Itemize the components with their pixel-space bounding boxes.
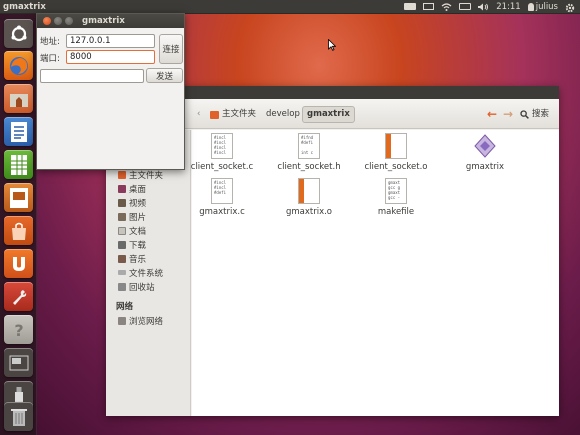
dash-home-button[interactable]	[4, 19, 33, 48]
downloads-icon	[118, 240, 126, 249]
file-gmaxtrix-o[interactable]: gmaxtrix.o	[269, 178, 349, 217]
sidebar-item-documents[interactable]: 文档	[118, 224, 146, 237]
forward-arrow-icon[interactable]: →	[503, 106, 513, 123]
svg-text:?: ?	[14, 321, 23, 339]
system-settings-launcher[interactable]	[4, 282, 33, 311]
file-gmaxtrix-c[interactable]: #incl #incl #defi gmaxtrix.c	[182, 178, 262, 217]
connect-button[interactable]: 连接	[159, 34, 183, 64]
sidebar-network-heading: 网络	[116, 302, 134, 312]
home-icon	[118, 170, 126, 179]
home-icon	[210, 110, 219, 119]
file-client-socket-h[interactable]: #ifnd #defi int c client_socket.h	[269, 133, 349, 172]
file-client-socket-c[interactable]: #incl #incl #incl #incl client_socket.c	[182, 133, 262, 172]
top-panel: gmaxtrix 21:11 julius	[0, 0, 580, 14]
close-icon[interactable]	[43, 17, 51, 25]
software-center-launcher[interactable]	[4, 216, 33, 245]
calc-launcher[interactable]	[4, 150, 33, 179]
launcher: ?	[0, 14, 37, 435]
indicator-area: 21:11 julius	[404, 2, 580, 12]
sidebar-item-browse-network[interactable]: 浏览网络	[118, 314, 163, 327]
address-label: 地址:	[40, 37, 60, 47]
firefox-launcher[interactable]	[4, 51, 33, 80]
desktop-icon	[118, 184, 126, 193]
dialog-title: gmaxtrix	[82, 16, 125, 26]
files-launcher[interactable]	[4, 84, 33, 113]
home-folder-icon	[9, 93, 28, 107]
video-icon	[118, 198, 126, 207]
address-field[interactable]	[66, 34, 155, 48]
breadcrumb-left-arrow[interactable]: ‹	[197, 106, 200, 123]
unknown-app-launcher[interactable]: ?	[4, 315, 33, 344]
text-file-icon: gmaxt gcc g gmaxt gcc -	[385, 178, 407, 204]
trash-icon	[10, 408, 27, 426]
c-source-file-icon: #incl #incl #defi	[211, 178, 233, 204]
workspace-switcher[interactable]	[4, 348, 33, 377]
clock[interactable]: 21:11	[496, 2, 521, 12]
volume-icon[interactable]	[478, 3, 489, 11]
minimize-icon[interactable]	[54, 17, 62, 25]
places-sidebar: 主文件夹 桌面 视频 图片 文档 下载 音乐 文件系统 回收站 网络 浏览网络	[106, 130, 191, 416]
impress-launcher[interactable]	[4, 183, 33, 212]
battery-icon[interactable]	[459, 3, 472, 10]
file-makefile[interactable]: gmaxt gcc g gmaxt gcc - makefile	[356, 178, 436, 217]
object-file-icon	[298, 178, 320, 204]
file-view: #incl #incl #incl #incl client_socket.c …	[191, 130, 559, 416]
trash-icon	[118, 282, 126, 291]
sidebar-item-music[interactable]: 音乐	[118, 252, 146, 265]
file-gmaxtrix[interactable]: gmaxtrix	[445, 133, 525, 172]
ubuntu-one-launcher[interactable]	[4, 249, 33, 278]
port-label: 端口:	[40, 54, 60, 64]
drive-icon	[118, 270, 126, 275]
gmaxtrix-dialog: gmaxtrix 地址: 端口: 连接 发送	[36, 13, 185, 170]
search-button[interactable]: 搜索	[520, 106, 549, 123]
gear-icon[interactable]	[565, 3, 576, 12]
ubuntu-logo-icon	[11, 25, 26, 41]
search-icon	[520, 110, 529, 119]
sidebar-item-filesystem[interactable]: 文件系统	[118, 266, 163, 279]
sidebar-item-videos[interactable]: 视频	[118, 196, 146, 209]
send-button[interactable]: 发送	[146, 68, 183, 83]
workspaces-icon	[9, 355, 28, 370]
active-app-name: gmaxtrix	[3, 1, 46, 12]
object-file-icon	[385, 133, 407, 159]
port-field[interactable]	[66, 50, 155, 64]
dialog-titlebar[interactable]: gmaxtrix	[37, 14, 184, 28]
sidebar-item-pictures[interactable]: 图片	[118, 210, 146, 223]
user-name[interactable]: julius	[536, 2, 558, 12]
sidebar-item-downloads[interactable]: 下载	[118, 238, 146, 251]
keyboard-icon[interactable]	[404, 3, 417, 10]
breadcrumb-home[interactable]: 主文件夹	[210, 106, 256, 123]
c-source-file-icon: #incl #incl #incl #incl	[211, 133, 233, 159]
user-icon[interactable]	[527, 2, 534, 11]
message-field[interactable]	[40, 69, 144, 83]
network-icon	[118, 316, 126, 325]
question-icon: ?	[14, 321, 23, 339]
document-icon	[10, 121, 27, 142]
back-arrow-icon[interactable]: ←	[487, 106, 497, 123]
mail-icon[interactable]	[423, 3, 435, 10]
c-header-file-icon: #ifnd #defi int c	[298, 133, 320, 159]
ubuntu-one-icon	[12, 256, 25, 271]
music-icon	[118, 254, 126, 263]
trash-launcher[interactable]	[4, 402, 33, 431]
breadcrumb-develop[interactable]: develop	[266, 106, 300, 123]
sidebar-item-desktop[interactable]: 桌面	[118, 182, 146, 195]
executable-icon	[474, 133, 496, 159]
pictures-icon	[118, 212, 126, 221]
documents-icon	[118, 226, 126, 235]
breadcrumb-gmaxtrix[interactable]: gmaxtrix	[302, 106, 355, 123]
shopping-bag-icon	[11, 222, 26, 240]
mouse-pointer-icon	[328, 39, 336, 51]
sidebar-item-trash[interactable]: 回收站	[118, 280, 155, 293]
maximize-icon[interactable]	[65, 17, 73, 25]
presentation-icon	[9, 187, 28, 208]
network-icon[interactable]	[441, 2, 452, 11]
writer-launcher[interactable]	[4, 117, 33, 146]
wrench-icon	[12, 289, 26, 305]
file-client-socket-o[interactable]: client_socket.o	[356, 133, 436, 172]
spreadsheet-icon	[10, 154, 27, 175]
firefox-icon	[9, 56, 28, 75]
